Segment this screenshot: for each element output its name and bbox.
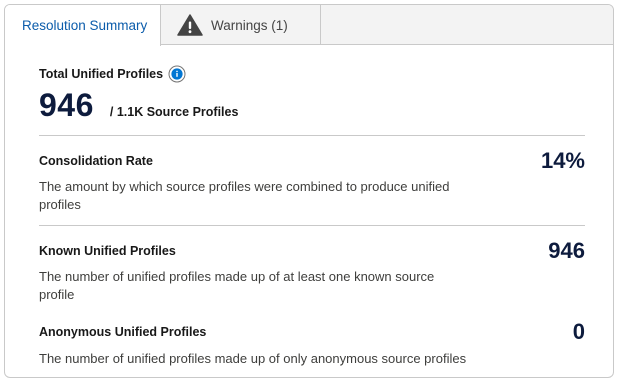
source-profiles-count: / 1.1K Source Profiles [109,105,239,119]
total-unified-profiles-value: 946 [39,87,94,123]
metric-description: The number of unified profiles made up o… [39,269,435,302]
divider [39,135,585,136]
warning-icon [177,14,203,36]
info-icon[interactable] [168,65,186,83]
metric-value: 0 [572,319,585,344]
total-unified-profiles-header: Total Unified Profiles [39,65,186,83]
metric-value: 946 [548,238,585,263]
metric-description: The number of unified profiles made up o… [39,351,467,366]
tab-resolution-summary-label: Resolution Summary [22,18,148,33]
tab-bar: Resolution Summary Warnings (1) [5,5,613,46]
metric-title: Anonymous Unified Profiles [39,325,207,339]
metric-description: The amount by which source profiles were… [39,179,450,212]
total-unified-profiles-row: 946 / 1.1K Source Profiles [39,87,238,124]
divider [39,225,585,226]
tab-warnings[interactable]: Warnings (1) [161,5,321,45]
tab-warnings-label: Warnings (1) [211,17,288,33]
metric-title: Consolidation Rate [39,154,153,168]
metric-title: Known Unified Profiles [39,244,176,258]
metric-value: 14% [540,148,585,173]
total-unified-profiles-label: Total Unified Profiles [39,67,164,81]
tab-resolution-summary[interactable]: Resolution Summary [5,5,161,46]
resolution-summary-card: Resolution Summary Warnings (1) Total Un… [4,4,614,378]
